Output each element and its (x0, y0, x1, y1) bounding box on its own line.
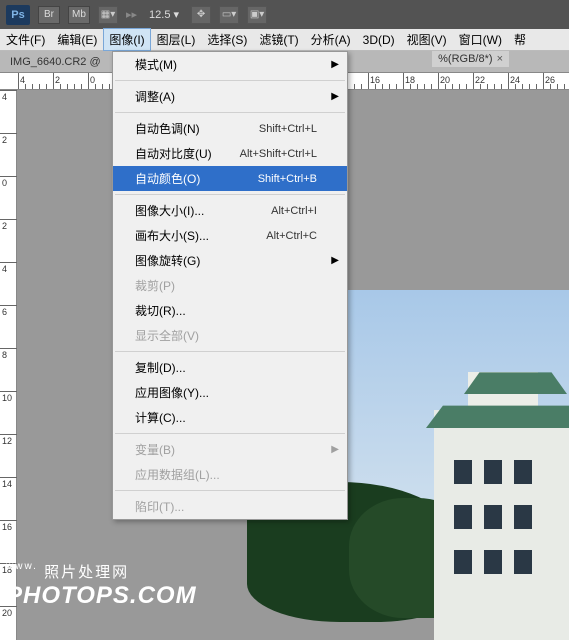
arrange-icon[interactable]: ▭▾ (219, 6, 239, 24)
screen-icon[interactable]: ▣▾ (247, 6, 267, 24)
menu-separator (115, 433, 345, 434)
menu-window[interactable]: 窗口(W) (453, 28, 508, 51)
menu-item-label: 裁切(R)... (135, 302, 186, 319)
separator: ▸▸ (126, 8, 137, 21)
menu-item-label: 自动颜色(O) (135, 170, 200, 187)
menu-shortcut: Alt+Ctrl+I (271, 205, 317, 217)
menu-item-label: 应用数据组(L)... (135, 466, 220, 483)
mini-bridge-button[interactable]: Mb (68, 6, 90, 24)
submenu-arrow-icon: ▶ (331, 444, 339, 455)
menu-item[interactable]: 图像大小(I)... Alt+Ctrl+I (113, 198, 347, 223)
menu-layer[interactable]: 图层(L) (151, 28, 202, 51)
menu-file[interactable]: 文件(F) (0, 28, 51, 51)
menu-item-label: 应用图像(Y)... (135, 384, 209, 401)
menu-item[interactable]: 自动对比度(U) Alt+Shift+Ctrl+L (113, 141, 347, 166)
menu-filter[interactable]: 滤镜(T) (253, 28, 304, 51)
menu-item[interactable]: 模式(M) ▶ (113, 52, 347, 77)
submenu-arrow-icon: ▶ (331, 91, 339, 102)
zoom-value[interactable]: 12.5 ▾ (145, 8, 183, 21)
menu-separator (115, 80, 345, 81)
screen-mode-icon[interactable]: ▦▾ (98, 6, 118, 24)
ps-logo: Ps (6, 5, 30, 25)
menu-separator (115, 112, 345, 113)
menu-item-label: 陷印(T)... (135, 498, 184, 515)
menu-separator (115, 351, 345, 352)
menu-item[interactable]: 自动颜色(O) Shift+Ctrl+B (113, 166, 347, 191)
menu-edit[interactable]: 编辑(E) (51, 28, 103, 51)
ruler-tick-label: 2 (2, 221, 7, 231)
menu-shortcut: Alt+Ctrl+C (266, 230, 317, 242)
menu-item[interactable]: 调整(A) ▶ (113, 84, 347, 109)
menu-item[interactable]: 图像旋转(G) ▶ (113, 248, 347, 273)
watermark: www. 照片处理网 PHOTOPS.COM (6, 561, 197, 610)
menu-item-label: 变量(B) (135, 441, 175, 458)
menu-separator (115, 490, 345, 491)
menu-item[interactable]: 应用图像(Y)... (113, 380, 347, 405)
document-tab-name: IMG_6640.CR2 @ (10, 56, 101, 68)
menu-shortcut: Shift+Ctrl+L (259, 123, 317, 135)
menu-item-label: 图像大小(I)... (135, 202, 204, 219)
menu-item: 裁剪(P) (113, 273, 347, 298)
menu-item-label: 显示全部(V) (135, 327, 199, 344)
ruler-vertical: 4202468101214161820 (0, 90, 17, 640)
close-icon[interactable]: × (497, 53, 503, 65)
menu-item[interactable]: 裁切(R)... (113, 298, 347, 323)
menu-view[interactable]: 视图(V) (401, 28, 453, 51)
ruler-tick-label: 4 (2, 264, 7, 274)
menu-item: 显示全部(V) (113, 323, 347, 348)
ruler-tick-label: 4 (2, 92, 7, 102)
menu-image[interactable]: 图像(I) (103, 28, 150, 51)
ruler-tick-label: 2 (2, 135, 7, 145)
menu-item-label: 模式(M) (135, 56, 177, 73)
menu-item-label: 裁剪(P) (135, 277, 175, 294)
menu-item: 变量(B) ▶ (113, 437, 347, 462)
submenu-arrow-icon: ▶ (331, 59, 339, 70)
ruler-tick-label: 16 (2, 522, 12, 532)
ruler-tick-label: 14 (2, 479, 12, 489)
hand-tool-icon[interactable]: ✥ (191, 6, 211, 24)
bridge-button[interactable]: Br (38, 6, 60, 24)
document-tab-info: %(RGB/8*)× (432, 51, 509, 67)
menubar: 文件(F) 编辑(E) 图像(I) 图层(L) 选择(S) 滤镜(T) 分析(A… (0, 29, 569, 51)
menu-item-label: 复制(D)... (135, 359, 186, 376)
menu-shortcut: Alt+Shift+Ctrl+L (240, 148, 317, 160)
menu-item-label: 画布大小(S)... (135, 227, 209, 244)
menu-item-label: 图像旋转(G) (135, 252, 200, 269)
menu-item[interactable]: 自动色调(N) Shift+Ctrl+L (113, 116, 347, 141)
menu-item[interactable]: 复制(D)... (113, 355, 347, 380)
menu-item-label: 自动色调(N) (135, 120, 200, 137)
menu-3d[interactable]: 3D(D) (357, 30, 401, 50)
ruler-tick-label: 10 (2, 393, 12, 403)
menu-item: 陷印(T)... (113, 494, 347, 519)
app-toolbar: Ps Br Mb ▦▾ ▸▸ 12.5 ▾ ✥ ▭▾ ▣▾ (0, 0, 569, 29)
ruler-tick-label: 12 (2, 436, 12, 446)
menu-item-label: 调整(A) (135, 88, 175, 105)
menu-separator (115, 194, 345, 195)
ruler-tick-label: 0 (2, 178, 7, 188)
ruler-tick-label: 8 (2, 350, 7, 360)
menu-item-label: 计算(C)... (135, 409, 186, 426)
ruler-tick-label: 6 (2, 307, 7, 317)
menu-item: 应用数据组(L)... (113, 462, 347, 487)
menu-shortcut: Shift+Ctrl+B (258, 173, 317, 185)
menu-help[interactable]: 帮 (508, 28, 532, 51)
menu-item[interactable]: 画布大小(S)... Alt+Ctrl+C (113, 223, 347, 248)
menu-item-label: 自动对比度(U) (135, 145, 212, 162)
menu-select[interactable]: 选择(S) (201, 28, 253, 51)
image-menu-dropdown: 模式(M) ▶ 调整(A) ▶ 自动色调(N) Shift+Ctrl+L 自动对比度(U) A… (112, 51, 348, 520)
menu-analysis[interactable]: 分析(A) (305, 28, 357, 51)
submenu-arrow-icon: ▶ (331, 255, 339, 266)
menu-item[interactable]: 计算(C)... (113, 405, 347, 430)
